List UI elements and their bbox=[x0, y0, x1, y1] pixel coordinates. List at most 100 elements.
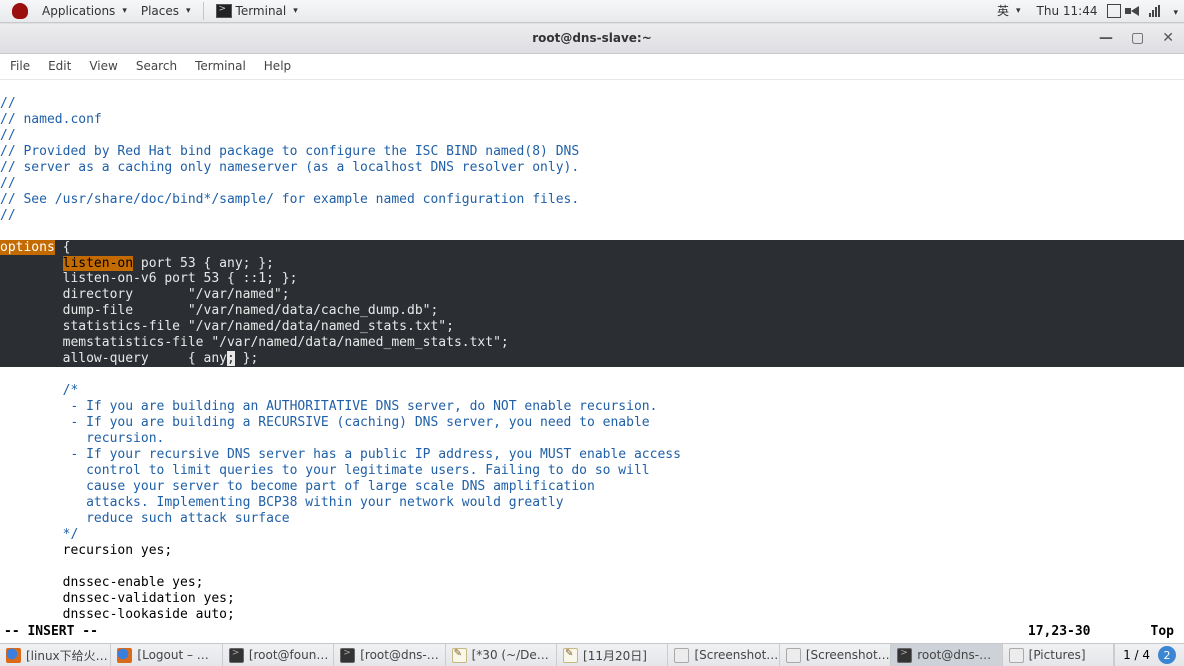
menu-terminal[interactable]: Terminal bbox=[195, 59, 246, 73]
highlighted-block: options { listen-on port 53 { any; }; li… bbox=[0, 240, 1184, 368]
code-text: allow-query { any bbox=[0, 351, 227, 366]
clock[interactable]: Thu 11:44 bbox=[1037, 4, 1098, 18]
code-line: dnssec-validation yes; bbox=[0, 591, 235, 606]
minimize-button[interactable]: — bbox=[1099, 30, 1113, 46]
taskbar-item[interactable]: [Pictures] bbox=[1003, 644, 1114, 666]
code-line: recursion yes; bbox=[0, 543, 172, 558]
titlebar[interactable]: root@dns-slave:~ — ▢ ✕ bbox=[0, 24, 1184, 54]
terminal-window: root@dns-slave:~ — ▢ ✕ File Edit View Se… bbox=[0, 23, 1184, 644]
code-line: attacks. Implementing BCP38 within your … bbox=[0, 495, 564, 510]
taskbar-item-label: [root@dns-… bbox=[360, 648, 439, 662]
menu-edit[interactable]: Edit bbox=[48, 59, 71, 73]
file-manager-icon bbox=[1009, 648, 1024, 663]
code-line: - If you are building a RECURSIVE (cachi… bbox=[0, 415, 657, 430]
terminal-icon bbox=[897, 648, 912, 663]
vim-cursor-pos: 17,23-30 bbox=[1028, 623, 1091, 641]
workspace-badge[interactable]: 2 bbox=[1158, 646, 1176, 664]
workspace-label: 1 / 4 bbox=[1123, 648, 1150, 662]
taskbar-item-label: root@dns-… bbox=[917, 648, 991, 662]
code-line: directory "/var/named"; bbox=[0, 287, 290, 302]
menu-file[interactable]: File bbox=[10, 59, 30, 73]
taskbar-item-label: [11月20日] bbox=[583, 647, 647, 664]
terminal-icon bbox=[229, 648, 244, 663]
network-icon[interactable] bbox=[1149, 5, 1160, 17]
file-manager-icon bbox=[786, 648, 801, 663]
taskbar-item-label: [*30 (~/De… bbox=[472, 648, 549, 662]
code-line: // server as a caching only nameserver (… bbox=[0, 160, 579, 175]
places-menu[interactable]: Places bbox=[135, 2, 197, 20]
code-text bbox=[0, 256, 63, 271]
code-line: // See /usr/share/doc/bind*/sample/ for … bbox=[0, 192, 579, 207]
workspace-indicator[interactable]: 1 / 4 2 bbox=[1114, 644, 1184, 666]
code-line: listen-on-v6 port 53 { ::1; }; bbox=[0, 271, 297, 286]
volume-icon[interactable] bbox=[1131, 6, 1139, 16]
top-panel: Applications Places Terminal 英 Thu 11:44 bbox=[0, 0, 1184, 23]
taskbar-item-label: [Screenshot… bbox=[694, 648, 778, 662]
code-line: - If you are building an AUTHORITATIVE D… bbox=[0, 399, 657, 414]
menu-search[interactable]: Search bbox=[136, 59, 177, 73]
menu-view[interactable]: View bbox=[89, 59, 117, 73]
keyword-options: options bbox=[0, 240, 55, 255]
code-line: /* bbox=[0, 383, 86, 398]
taskbar-item[interactable]: [linux下给火… bbox=[0, 644, 111, 666]
menu-help[interactable]: Help bbox=[264, 59, 291, 73]
code-line: - If your recursive DNS server has a pub… bbox=[0, 447, 689, 462]
terminal-app-menu[interactable]: Terminal bbox=[210, 2, 304, 20]
vim-scroll-pos: Top bbox=[1151, 623, 1174, 641]
applications-menu[interactable]: Applications bbox=[36, 2, 133, 20]
activities-icon[interactable] bbox=[6, 1, 34, 21]
window-title: root@dns-slave:~ bbox=[532, 31, 652, 45]
taskbar-item-label: [Screenshot… bbox=[806, 648, 890, 662]
taskbar-item[interactable]: [Screenshot… bbox=[780, 644, 891, 666]
taskbar-item[interactable]: [11月20日] bbox=[557, 644, 668, 666]
code-line: control to limit queries to your legitim… bbox=[0, 463, 650, 478]
terminal-icon bbox=[216, 4, 232, 18]
code-line: // bbox=[0, 176, 16, 191]
taskbar-item[interactable]: [root@dns-… bbox=[334, 644, 445, 666]
taskbar-item[interactable]: [*30 (~/De… bbox=[446, 644, 557, 666]
file-manager-icon bbox=[674, 648, 689, 663]
code-line: // Provided by Red Hat bind package to c… bbox=[0, 144, 579, 159]
gedit-icon bbox=[452, 648, 467, 663]
close-button[interactable]: ✕ bbox=[1162, 30, 1174, 46]
taskbar-item[interactable]: [Screenshot… bbox=[668, 644, 779, 666]
code-line: cause your server to become part of larg… bbox=[0, 479, 603, 494]
terminal-icon bbox=[340, 648, 355, 663]
taskbar-item[interactable]: [root@foun… bbox=[223, 644, 334, 666]
firefox-icon bbox=[117, 648, 132, 663]
code-line: */ bbox=[0, 527, 78, 542]
input-method-indicator[interactable]: 英 bbox=[991, 0, 1027, 21]
separator bbox=[203, 2, 204, 20]
vim-statusbar: -- INSERT -- 17,23-30 Top bbox=[0, 623, 1184, 643]
terminal-app-label: Terminal bbox=[236, 4, 287, 18]
tray-rect-icon[interactable] bbox=[1107, 4, 1121, 18]
cursor: ; bbox=[227, 351, 235, 366]
keyword-listen-on: listen-on bbox=[63, 256, 133, 271]
taskbar-item[interactable]: [Logout – … bbox=[111, 644, 222, 666]
code-line: dump-file "/var/named/data/cache_dump.db… bbox=[0, 303, 438, 318]
menubar: File Edit View Search Terminal Help bbox=[0, 54, 1184, 80]
code-line: statistics-file "/var/named/data/named_s… bbox=[0, 319, 454, 334]
taskbar-item-label: [linux下给火… bbox=[26, 647, 108, 664]
code-text: }; bbox=[235, 351, 258, 366]
code-line: reduce such attack surface bbox=[0, 511, 297, 526]
code-line: recursion. bbox=[0, 431, 172, 446]
code-line: dnssec-enable yes; bbox=[0, 575, 204, 590]
code-line: // bbox=[0, 128, 16, 143]
code-line: // named.conf bbox=[0, 112, 102, 127]
taskbar: [linux下给火… [Logout – … [root@foun… [root@dn… bbox=[0, 643, 1184, 666]
vim-mode: -- INSERT -- bbox=[4, 623, 98, 641]
gedit-icon bbox=[563, 648, 578, 663]
editor-area[interactable]: // // named.conf // // Provided by Red H… bbox=[0, 80, 1184, 623]
user-menu-caret[interactable] bbox=[1170, 4, 1178, 18]
taskbar-item-label: [Logout – … bbox=[137, 648, 208, 662]
taskbar-item[interactable]: root@dns-… bbox=[891, 644, 1002, 666]
firefox-icon bbox=[6, 648, 21, 663]
code-line: dnssec-lookaside auto; bbox=[0, 607, 235, 622]
code-text: { bbox=[55, 240, 71, 255]
code-line: memstatistics-file "/var/named/data/name… bbox=[0, 335, 509, 350]
code-line: // bbox=[0, 208, 16, 223]
taskbar-item-label: [Pictures] bbox=[1029, 648, 1086, 662]
maximize-button[interactable]: ▢ bbox=[1131, 30, 1144, 46]
code-text: port 53 { any; }; bbox=[133, 256, 274, 271]
